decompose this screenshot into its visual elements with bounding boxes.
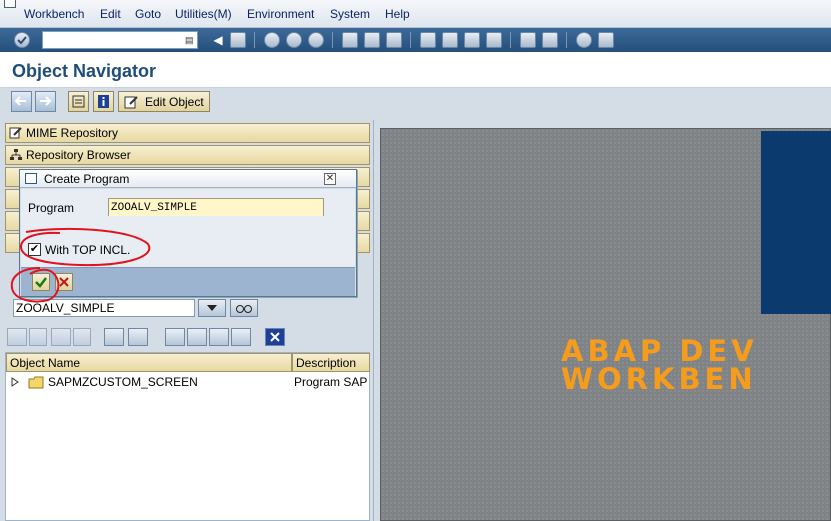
- close-icon: [270, 332, 280, 342]
- mime-repository-icon: [9, 127, 22, 139]
- page-title: Object Navigator: [12, 61, 157, 81]
- command-input[interactable]: [43, 32, 181, 48]
- tree-collapse-button[interactable]: [128, 328, 148, 346]
- tree-forward-list-button[interactable]: [73, 328, 91, 346]
- edit-object-icon: [124, 96, 138, 109]
- checkmark-icon: [35, 277, 47, 288]
- first-page-icon[interactable]: [420, 32, 436, 48]
- cancel-x-icon: [59, 277, 69, 287]
- program-input[interactable]: [109, 200, 323, 216]
- cancel-button[interactable]: [55, 273, 73, 291]
- dialog-close-icon[interactable]: ✕: [324, 173, 336, 185]
- row-object-name: SAPMZCUSTOM_SCREEN: [48, 375, 198, 389]
- menu-environment[interactable]: Environment: [247, 7, 314, 21]
- menu-help[interactable]: Help: [385, 7, 410, 21]
- command-field[interactable]: ▤: [42, 31, 198, 49]
- dialog-title: Create Program: [44, 172, 130, 186]
- menu-bar: Workbench Edit Goto Utilities(M) Environ…: [0, 0, 831, 28]
- application-toolbar: Edit Object: [0, 88, 831, 115]
- banner-line-2: WORKBEN: [561, 362, 757, 396]
- edit-object-button[interactable]: Edit Object: [118, 91, 210, 112]
- dialog-body: Program ✔ With TOP INCL.: [21, 189, 355, 267]
- help-icon[interactable]: [576, 32, 592, 48]
- nav-mime-repository[interactable]: MIME Repository: [5, 123, 370, 143]
- dialog-icon: [25, 173, 37, 184]
- dialog-title-bar[interactable]: Create Program ✕: [20, 170, 356, 188]
- object-dropdown-button[interactable]: [198, 299, 226, 317]
- back-nav-icon[interactable]: ◀: [210, 32, 226, 48]
- previous-object-button[interactable]: [11, 91, 32, 112]
- nav-repository-browser[interactable]: Repository Browser: [5, 145, 370, 165]
- dialog-footer: [21, 267, 355, 296]
- tree-display-button[interactable]: [209, 328, 229, 346]
- shortcut-icon[interactable]: [542, 32, 558, 48]
- repository-browser-icon: [10, 149, 22, 160]
- next-page-icon[interactable]: [464, 32, 480, 48]
- save-icon[interactable]: [230, 32, 246, 48]
- tree-new-button[interactable]: [187, 328, 207, 346]
- layout-menu-icon[interactable]: [598, 32, 614, 48]
- create-session-icon[interactable]: [520, 32, 536, 48]
- cancel-icon[interactable]: [308, 32, 324, 48]
- command-history-icon[interactable]: ▤: [185, 34, 195, 46]
- create-program-dialog: Create Program ✕ Program ✔ With TOP INCL…: [19, 169, 357, 297]
- tree-close-button[interactable]: [265, 328, 285, 346]
- tree-back-list-button[interactable]: [29, 328, 47, 346]
- edit-object-label: Edit Object: [145, 95, 204, 109]
- menu-goto[interactable]: Goto: [135, 7, 161, 21]
- expand-node-icon[interactable]: [10, 377, 20, 387]
- program-field[interactable]: [108, 198, 324, 216]
- menu-edit[interactable]: Edit: [100, 7, 121, 21]
- print-icon[interactable]: [342, 32, 358, 48]
- find-next-icon[interactable]: [386, 32, 402, 48]
- top-incl-checkbox[interactable]: ✔: [28, 243, 41, 256]
- row-description: Program SAPI: [294, 375, 368, 389]
- object-tree: Object Name Description SAPMZCUSTOM_SCRE…: [5, 352, 370, 521]
- title-bar: Object Navigator: [0, 52, 831, 88]
- next-object-button[interactable]: [35, 91, 56, 112]
- continue-button[interactable]: [32, 273, 50, 291]
- banner-line-1: ABAP DEV: [561, 334, 758, 368]
- system-menu-icon[interactable]: [4, 0, 16, 8]
- workbench-banner: ABAP DEV WORKBEN: [561, 334, 758, 396]
- tree-hierarchy-button[interactable]: [165, 328, 185, 346]
- welcome-area: ABAP DEV WORKBEN: [380, 128, 831, 521]
- display-object-button[interactable]: [230, 299, 258, 317]
- program-label: Program: [28, 201, 75, 215]
- info-button[interactable]: [93, 91, 114, 112]
- glasses-icon: [236, 305, 252, 313]
- back-icon[interactable]: [264, 32, 280, 48]
- find-icon[interactable]: [364, 32, 380, 48]
- other-object-button[interactable]: [68, 91, 89, 112]
- tree-expand-button[interactable]: [104, 328, 124, 346]
- system-toolbar: ▤ ◀: [0, 28, 831, 52]
- tree-refresh-button[interactable]: [231, 328, 251, 346]
- banner-blue-block: [761, 131, 831, 314]
- exit-icon[interactable]: [286, 32, 302, 48]
- column-description[interactable]: Description: [292, 353, 370, 372]
- menu-workbench[interactable]: Workbench: [24, 7, 84, 21]
- tree-back-button[interactable]: [7, 328, 27, 346]
- menu-utilities[interactable]: Utilities(M): [175, 7, 232, 21]
- enter-icon[interactable]: [14, 32, 30, 48]
- object-name-input[interactable]: [14, 300, 194, 316]
- column-object-name[interactable]: Object Name: [6, 353, 292, 372]
- folder-icon: [28, 376, 44, 389]
- top-incl-label: With TOP INCL.: [45, 243, 131, 257]
- previous-page-icon[interactable]: [442, 32, 458, 48]
- menu-system[interactable]: System: [330, 7, 370, 21]
- last-page-icon[interactable]: [486, 32, 502, 48]
- table-row[interactable]: SAPMZCUSTOM_SCREEN Program SAPI: [6, 373, 369, 392]
- object-name-field[interactable]: [13, 299, 195, 317]
- tree-forward-button[interactable]: [51, 328, 71, 346]
